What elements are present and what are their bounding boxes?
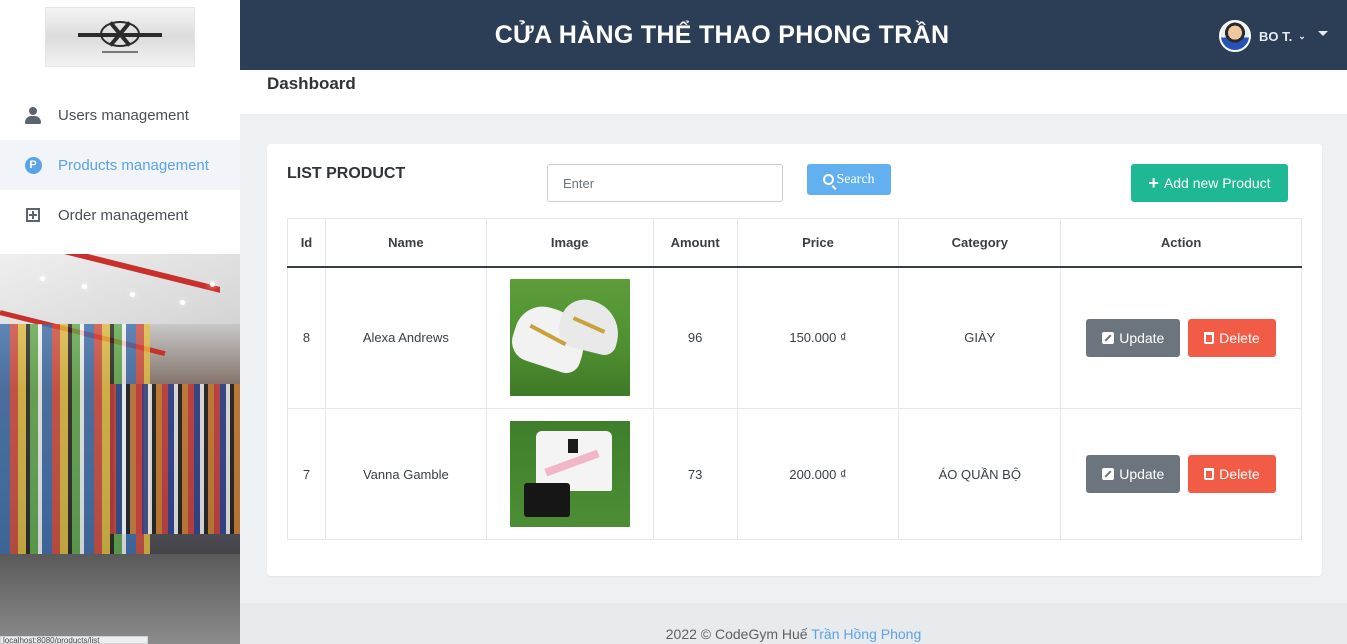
- search-button-label: Search: [836, 171, 875, 187]
- update-button[interactable]: Update: [1086, 455, 1181, 493]
- trash-icon: [1204, 331, 1215, 344]
- product-list-card: LIST PRODUCT Search + Add new Product Id…: [267, 144, 1322, 576]
- column-header-id[interactable]: Id: [287, 218, 326, 268]
- product-image-boots: [509, 279, 630, 397]
- column-header-price[interactable]: Price: [736, 218, 900, 268]
- table-row: 8 Alexa Andrews 96 150.000 ₫ GIÀY Update: [287, 266, 1302, 409]
- user-icon: [24, 106, 42, 124]
- order-icon: [24, 206, 42, 224]
- user-name: BO T.: [1259, 28, 1293, 44]
- cell-price: 200.000 ₫: [736, 408, 900, 540]
- cell-name: Alexa Andrews: [324, 266, 487, 409]
- sidebar-nav: Users management P Products management O…: [0, 90, 240, 240]
- trash-icon: [1204, 468, 1215, 480]
- store-interior-image: [0, 254, 240, 644]
- edit-icon: [1102, 331, 1115, 344]
- delete-button[interactable]: Delete: [1187, 455, 1276, 493]
- top-header: CỬA HÀNG THỂ THAO PHONG TRẦN BO T. ⌄: [240, 0, 1347, 70]
- cell-image: [485, 266, 654, 409]
- cell-image: [485, 408, 654, 540]
- cell-name: Vanna Gamble: [324, 408, 487, 540]
- cell-amount: 96: [652, 266, 738, 409]
- cell-action: Update Delete: [1060, 408, 1302, 540]
- add-product-label: Add new Product: [1163, 175, 1271, 191]
- browser-status-url: localhost:8080/products/list: [0, 636, 148, 644]
- product-table: Id Name Image Amount Price Category Acti…: [287, 218, 1302, 540]
- update-button[interactable]: Update: [1086, 318, 1181, 357]
- sidebar-item-users[interactable]: Users management: [0, 90, 240, 140]
- footer-text: 2022 © CodeGym Huế: [665, 626, 808, 642]
- store-logo[interactable]: [45, 7, 195, 67]
- caret-down-icon[interactable]: [1318, 31, 1328, 36]
- cell-amount: 73: [652, 408, 738, 540]
- cell-id: 8: [287, 266, 326, 409]
- column-header-amount[interactable]: Amount: [652, 218, 738, 268]
- sidebar-item-orders[interactable]: Order management: [0, 190, 240, 240]
- delete-label: Delete: [1219, 466, 1260, 482]
- sidebar: Users management P Products management O…: [0, 0, 240, 644]
- edit-icon: [1102, 468, 1115, 480]
- footer-author-link[interactable]: Trần Hồng Phong: [811, 626, 921, 642]
- cell-category: ÁO QUẦN BỘ: [898, 408, 1062, 540]
- column-header-action[interactable]: Action: [1060, 218, 1302, 268]
- plus-icon: +: [1148, 173, 1159, 193]
- chevron-down-icon: ⌄: [1298, 30, 1306, 41]
- add-product-button[interactable]: + Add new Product: [1131, 164, 1288, 202]
- user-menu[interactable]: BO T. ⌄: [1219, 20, 1306, 52]
- search-input[interactable]: [547, 164, 783, 202]
- search-icon: [823, 174, 835, 185]
- footer: 2022 © CodeGym Huế Trần Hồng Phong: [240, 603, 1347, 644]
- logo-emblem-icon: [72, 17, 168, 57]
- card-title: LIST PRODUCT: [287, 165, 406, 182]
- search-button[interactable]: Search: [807, 164, 891, 195]
- avatar: [1219, 20, 1251, 52]
- sidebar-item-products[interactable]: P Products management: [0, 140, 240, 190]
- column-header-image[interactable]: Image: [485, 218, 654, 268]
- cell-action: Update Delete: [1060, 266, 1302, 409]
- cell-category: GIÀY: [898, 266, 1062, 409]
- sidebar-item-label: Users management: [58, 106, 189, 124]
- product-image-kit: [509, 421, 630, 527]
- products-icon: P: [24, 156, 42, 174]
- sidebar-item-label: Products management: [58, 156, 209, 174]
- column-header-name[interactable]: Name: [324, 218, 487, 268]
- page-heading-bar: Dashboard: [240, 70, 1347, 114]
- store-title: CỬA HÀNG THỂ THAO PHONG TRẦN: [494, 21, 950, 49]
- sidebar-item-label: Order management: [58, 206, 189, 224]
- delete-label: Delete: [1219, 329, 1260, 346]
- table-row: 7 Vanna Gamble 73 200.000 ₫ ÁO QUẦN BỘ U…: [287, 408, 1302, 540]
- table-header-row: Id Name Image Amount Price Category Acti…: [287, 218, 1302, 268]
- column-header-category[interactable]: Category: [898, 218, 1062, 268]
- cell-id: 7: [287, 408, 326, 540]
- delete-button[interactable]: Delete: [1187, 318, 1276, 357]
- page-title: Dashboard: [267, 74, 356, 93]
- update-label: Update: [1119, 329, 1165, 346]
- update-label: Update: [1119, 466, 1165, 482]
- cell-price: 150.000 ₫: [736, 266, 900, 409]
